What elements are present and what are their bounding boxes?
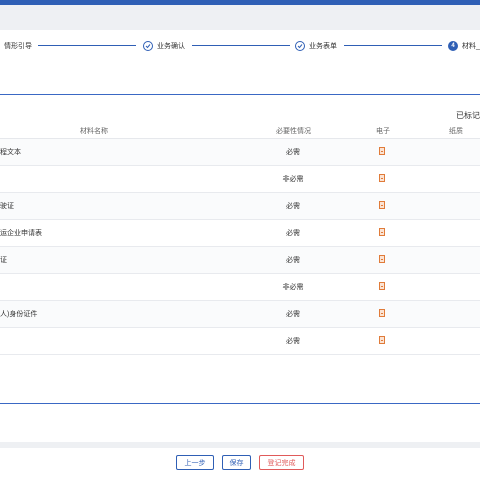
action-bar: 上一步 保存 登记完成 bbox=[0, 455, 480, 471]
header-paper: 纸质 bbox=[449, 128, 463, 135]
footer-band bbox=[0, 442, 480, 448]
header-material-name: 材料名称 bbox=[80, 128, 108, 135]
file-icon[interactable] bbox=[379, 309, 385, 317]
table-row: 必需 bbox=[0, 328, 480, 355]
table-row: 证 必需 bbox=[0, 247, 480, 274]
material-name: 人)身份证件 bbox=[0, 311, 38, 318]
header-band bbox=[0, 5, 480, 30]
step-label: 业务确认 bbox=[157, 43, 185, 50]
step-connector bbox=[38, 45, 136, 46]
material-name: 驶证 bbox=[0, 203, 14, 210]
header-necessity: 必要性情况 bbox=[276, 128, 311, 135]
progress-stepper: 情形引导 业务确认 业务表单 4 材料_ bbox=[0, 36, 480, 56]
material-name: 运企业申请表 bbox=[0, 230, 42, 237]
file-icon[interactable] bbox=[379, 147, 385, 155]
step-label: 情形引导 bbox=[4, 43, 32, 50]
header-electronic: 电子 bbox=[376, 128, 390, 135]
necessity-value: 非必需 bbox=[282, 284, 304, 291]
table-header: 材料名称 必要性情况 电子 纸质 bbox=[0, 124, 480, 139]
necessity-value: 必需 bbox=[286, 311, 300, 318]
step-business-confirm[interactable]: 业务确认 bbox=[143, 36, 185, 56]
step-situation-guide[interactable]: 情形引导 bbox=[4, 36, 32, 56]
prev-step-button[interactable]: 上一步 bbox=[176, 455, 214, 470]
table-row: 人)身份证件 必需 bbox=[0, 301, 480, 328]
table-row: 非必需 bbox=[0, 166, 480, 193]
step-business-form[interactable]: 业务表单 bbox=[295, 36, 337, 56]
file-icon[interactable] bbox=[379, 255, 385, 263]
marked-count-label: 已标记 bbox=[456, 111, 480, 120]
save-button[interactable]: 保存 bbox=[222, 455, 251, 470]
file-icon[interactable] bbox=[379, 174, 385, 182]
file-icon[interactable] bbox=[379, 336, 385, 344]
step-number-badge: 4 bbox=[448, 41, 458, 51]
check-icon bbox=[295, 41, 305, 51]
material-name: 证 bbox=[0, 257, 7, 264]
necessity-value: 必需 bbox=[286, 149, 300, 156]
necessity-value: 必需 bbox=[286, 230, 300, 237]
material-name: 程文本 bbox=[0, 149, 21, 156]
necessity-value: 必需 bbox=[286, 338, 300, 345]
file-icon[interactable] bbox=[379, 201, 385, 209]
complete-registration-button[interactable]: 登记完成 bbox=[259, 455, 304, 470]
necessity-value: 必需 bbox=[286, 257, 300, 264]
table-row: 驶证 必需 bbox=[0, 193, 480, 220]
step-materials[interactable]: 4 材料_ bbox=[448, 36, 480, 56]
step-label: 业务表单 bbox=[309, 43, 337, 50]
file-icon[interactable] bbox=[379, 228, 385, 236]
table-row: 非必需 bbox=[0, 274, 480, 301]
step-label: 材料_ bbox=[462, 43, 480, 50]
necessity-value: 非必需 bbox=[282, 176, 304, 183]
step-connector bbox=[344, 45, 442, 46]
file-icon[interactable] bbox=[379, 282, 385, 290]
step-connector bbox=[192, 45, 290, 46]
materials-table: 材料名称 必要性情况 电子 纸质 程文本 必需 非必需 驶证 必需 运企业申请表… bbox=[0, 124, 480, 355]
necessity-value: 必需 bbox=[286, 203, 300, 210]
table-row: 运企业申请表 必需 bbox=[0, 220, 480, 247]
check-icon bbox=[143, 41, 153, 51]
table-row: 程文本 必需 bbox=[0, 139, 480, 166]
